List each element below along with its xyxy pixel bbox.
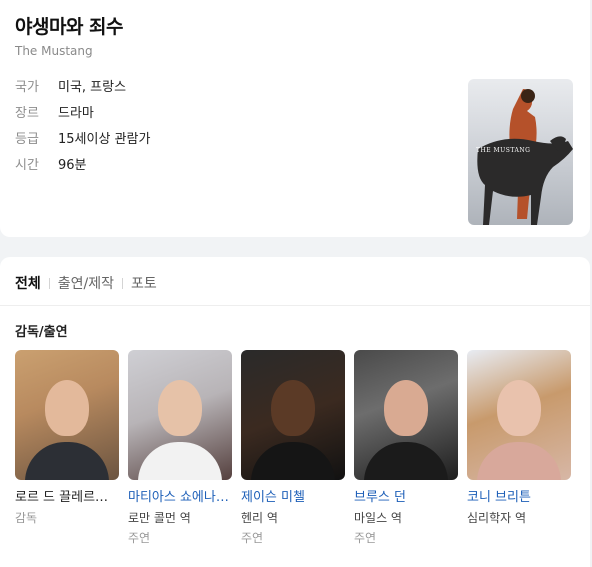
- person-name[interactable]: 브루스 던: [354, 489, 458, 506]
- tab-separator: [48, 277, 50, 289]
- person-body: [364, 442, 448, 480]
- person-billing: 주연: [354, 531, 377, 545]
- info-row-runtime: 시간 96분: [15, 157, 150, 183]
- person-photo[interactable]: [467, 350, 571, 480]
- movie-original-title: The Mustang: [15, 44, 93, 58]
- movie-info-card: 야생마와 죄수 The Mustang 국가 미국, 프랑스 장르 드라마 등급…: [0, 0, 590, 237]
- person-billing: 주연: [241, 531, 264, 545]
- info-key: 등급: [15, 132, 39, 147]
- person-card[interactable]: 마티아스 쇼에나에츠 로만 콜먼 역 주연: [128, 350, 232, 546]
- person-name[interactable]: 로르 드 끌레르몽 토네르: [15, 489, 119, 506]
- poster-title-text: THE MUSTANG: [476, 147, 531, 154]
- movie-info-list: 국가 미국, 프랑스 장르 드라마 등급 15세이상 관람가 시간 96분: [15, 79, 150, 183]
- info-row-genre: 장르 드라마: [15, 105, 150, 131]
- info-key: 시간: [15, 158, 39, 173]
- person-billing: 주연: [128, 531, 151, 545]
- person-role: 심리학자 역: [467, 511, 527, 525]
- divider: [0, 305, 590, 306]
- person-role: 헨리 역: [241, 511, 278, 525]
- person-name[interactable]: 마티아스 쇼에나에츠: [128, 489, 232, 506]
- person-photo[interactable]: [15, 350, 119, 480]
- info-value: 15세이상 관람가: [58, 132, 151, 147]
- person-card[interactable]: 브루스 던 마일스 역 주연: [354, 350, 458, 546]
- person-photo[interactable]: [241, 350, 345, 480]
- person-body: [25, 442, 109, 480]
- person-name[interactable]: 제이슨 미첼: [241, 489, 345, 506]
- info-row-rating: 등급 15세이상 관람가: [15, 131, 150, 157]
- person-card[interactable]: 제이슨 미첼 헨리 역 주연: [241, 350, 345, 546]
- person-body: [477, 442, 561, 480]
- person-face: [158, 380, 202, 436]
- tab-separator: [122, 277, 124, 289]
- person-photo[interactable]: [128, 350, 232, 480]
- section-title: 감독/출연: [15, 325, 68, 340]
- info-key: 국가: [15, 80, 39, 95]
- person-face: [45, 380, 89, 436]
- person-body: [251, 442, 335, 480]
- content-tabs: 전체 출연/제작 포토: [15, 273, 157, 293]
- people-list: 로르 드 끌레르몽 토네르 감독 마티아스 쇼에나에츠 로만 콜먼 역 주연 제…: [15, 350, 571, 546]
- person-photo[interactable]: [354, 350, 458, 480]
- person-face: [384, 380, 428, 436]
- cast-card: 전체 출연/제작 포토 감독/출연 로르 드 끌레르몽 토네르 감독 마티아스 …: [0, 257, 590, 567]
- tab-photo[interactable]: 포토: [131, 273, 157, 293]
- info-row-country: 국가 미국, 프랑스: [15, 79, 150, 105]
- tab-all[interactable]: 전체: [15, 273, 41, 293]
- person-role: 로만 콜먼 역: [128, 511, 191, 525]
- person-name[interactable]: 코니 브리튼: [467, 489, 571, 506]
- person-role: 마일스 역: [354, 511, 402, 525]
- person-body: [138, 442, 222, 480]
- info-value: 미국, 프랑스: [58, 80, 127, 95]
- movie-title: 야생마와 죄수: [15, 16, 124, 38]
- person-face: [497, 380, 541, 436]
- person-role: 감독: [15, 511, 38, 525]
- info-key: 장르: [15, 106, 39, 121]
- person-face: [271, 380, 315, 436]
- info-value: 드라마: [58, 106, 94, 121]
- info-value: 96분: [58, 158, 87, 173]
- movie-poster[interactable]: THE MUSTANG: [468, 79, 573, 225]
- tab-cast-crew[interactable]: 출연/제작: [58, 273, 114, 293]
- person-card[interactable]: 로르 드 끌레르몽 토네르 감독: [15, 350, 119, 546]
- person-card[interactable]: 코니 브리튼 심리학자 역: [467, 350, 571, 546]
